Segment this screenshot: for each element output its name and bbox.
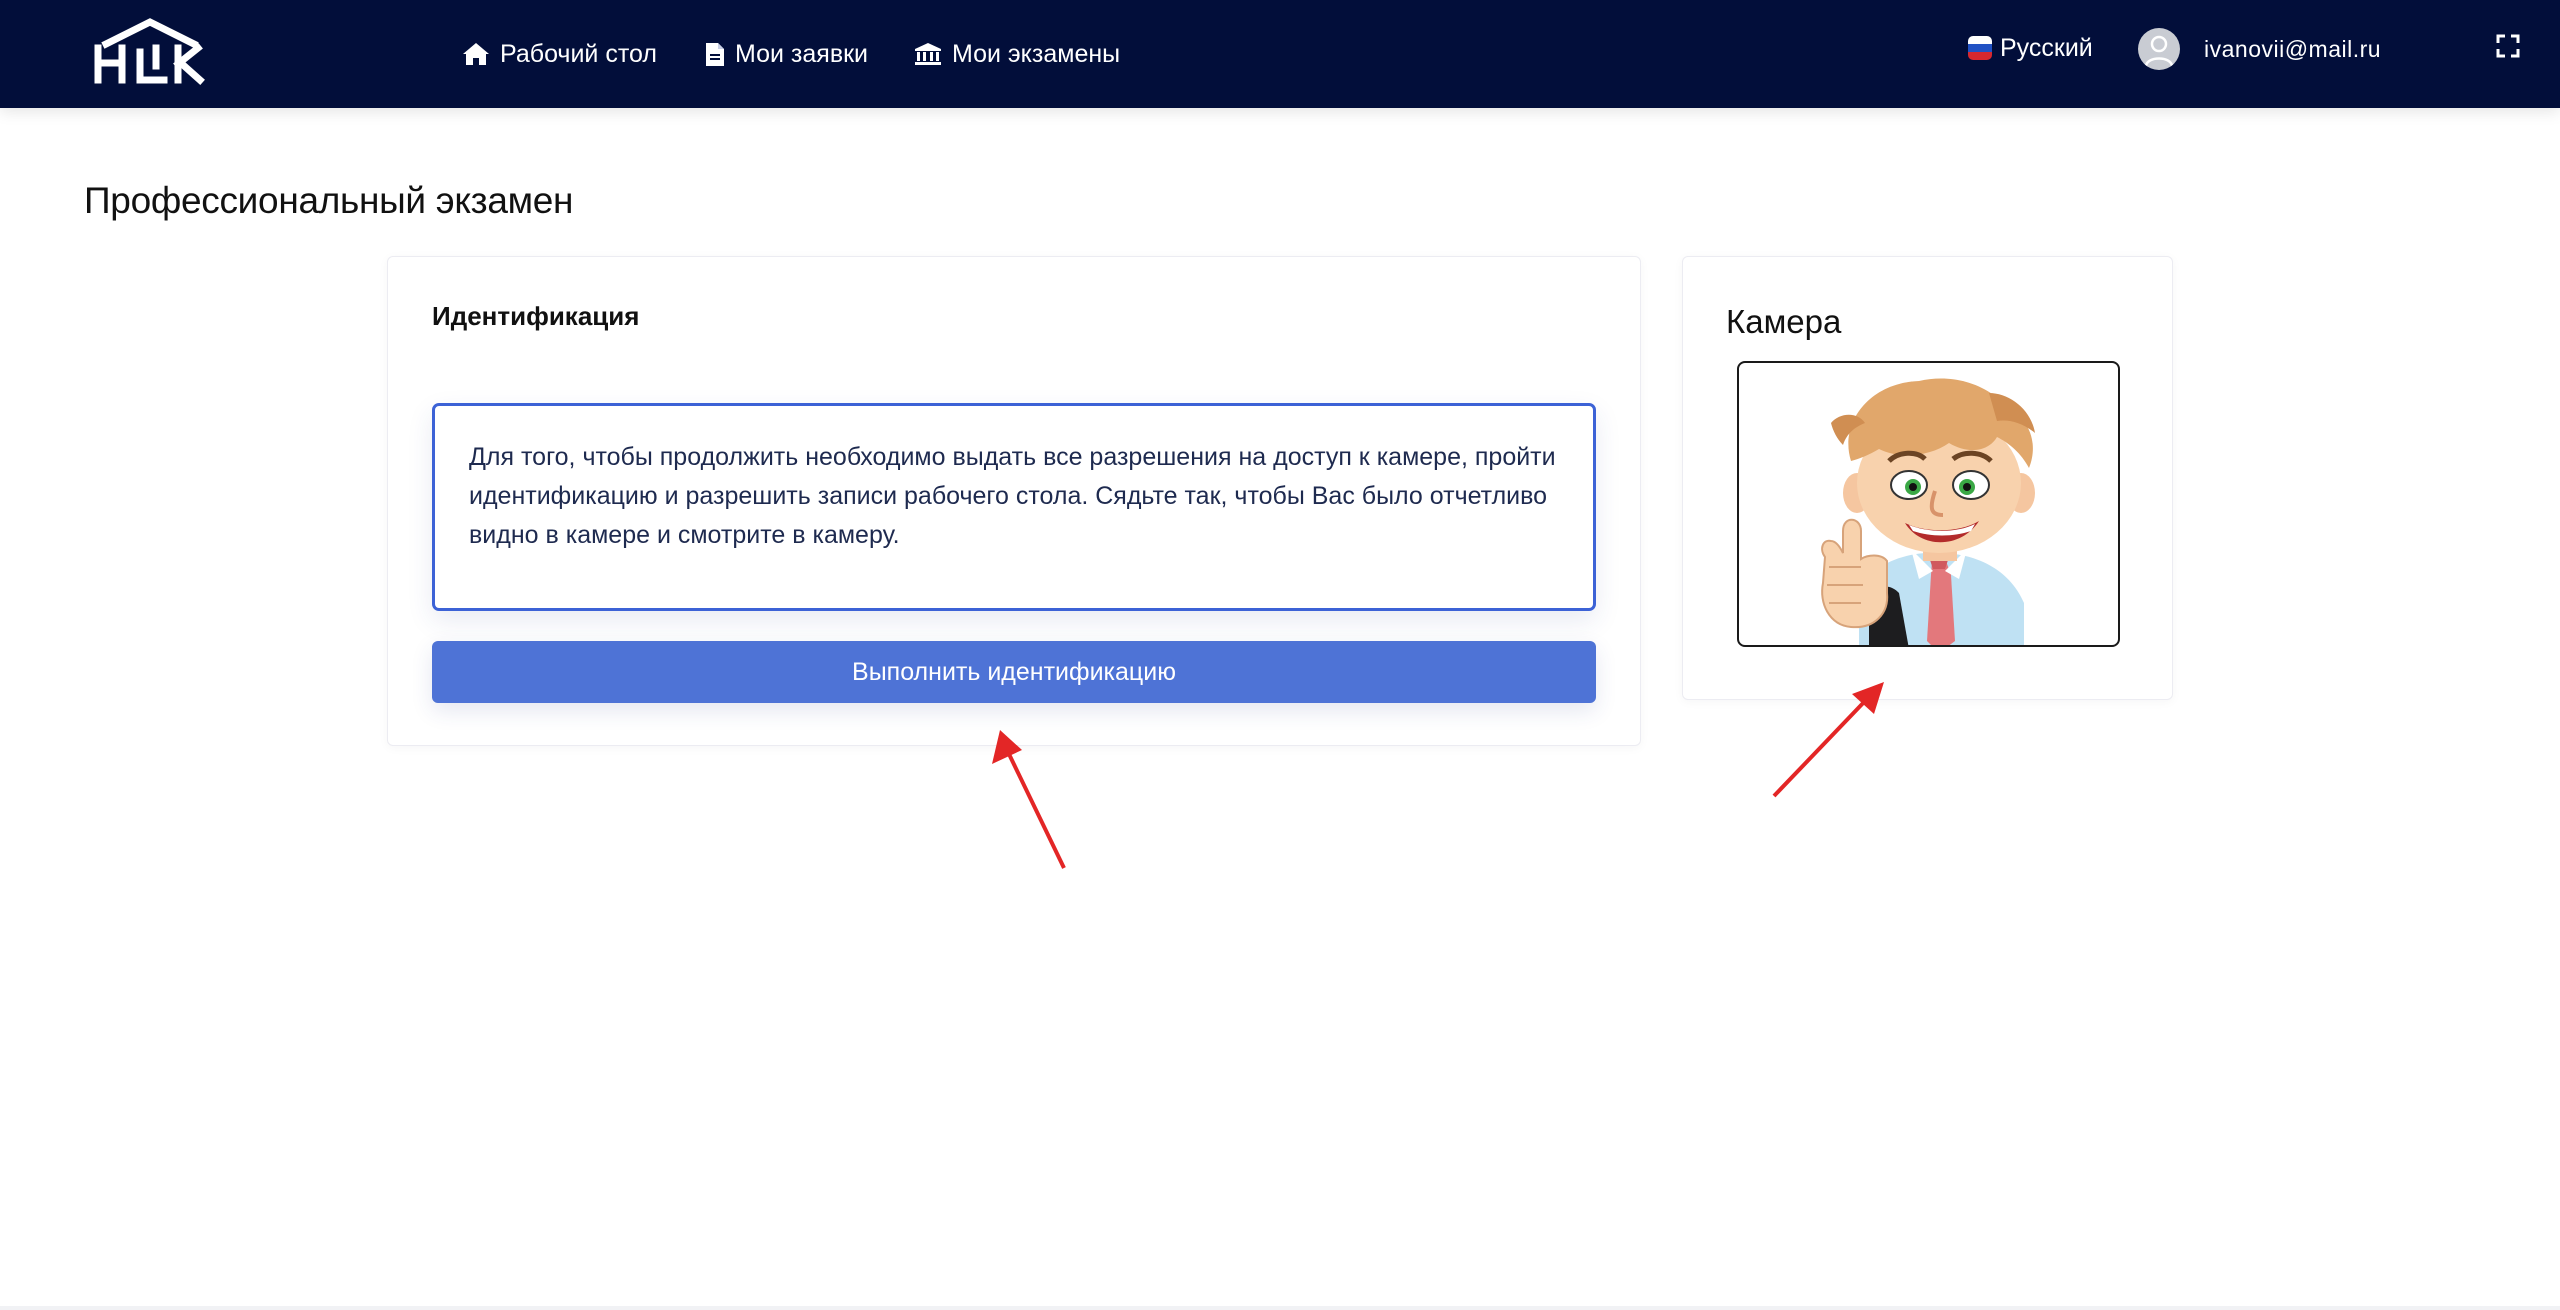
fullscreen-icon[interactable] bbox=[2496, 34, 2520, 58]
perform-identification-button[interactable]: Выполнить идентификацию bbox=[432, 641, 1596, 703]
camera-title: Камера bbox=[1726, 303, 1842, 340]
language-selector[interactable]: Русский bbox=[1968, 28, 2093, 68]
nav-requests-label: Мои заявки bbox=[735, 39, 869, 68]
top-navigation-bar: Рабочий стол Мои заявки Мои экзамены Рус… bbox=[0, 0, 2560, 108]
nav-desktop-label: Рабочий стол bbox=[500, 39, 657, 68]
annotation-arrow-to-button bbox=[992, 730, 1066, 869]
home-icon bbox=[463, 43, 489, 65]
identification-title: Идентификация bbox=[432, 301, 640, 331]
nav-exams[interactable]: Мои экзамены bbox=[914, 34, 1120, 74]
nav-desktop[interactable]: Рабочий стол bbox=[462, 34, 657, 74]
identification-message: Для того, чтобы продолжить необходимо вы… bbox=[432, 403, 1596, 611]
page-bottom-divider bbox=[0, 1306, 2560, 1310]
camera-card: Камера bbox=[1682, 256, 2173, 700]
camera-preview bbox=[1737, 361, 2120, 647]
user-avatar-icon bbox=[2138, 28, 2180, 70]
logo[interactable] bbox=[88, 18, 218, 88]
identification-card: Идентификация Для того, чтобы продолжить… bbox=[387, 256, 1641, 746]
nav-exams-label: Мои экзамены bbox=[952, 39, 1121, 68]
nav-requests[interactable]: Мои заявки bbox=[705, 34, 868, 74]
user-menu[interactable]: ivanovii@mail.ru bbox=[2138, 27, 2381, 71]
cartoon-person-image bbox=[1821, 378, 2035, 645]
language-label: Русский bbox=[2000, 33, 2093, 62]
institution-icon bbox=[915, 43, 941, 65]
russia-flag-icon bbox=[1968, 36, 1992, 60]
document-icon bbox=[706, 42, 724, 66]
page-title: Профессиональный экзамен bbox=[84, 179, 574, 221]
user-email: ivanovii@mail.ru bbox=[2204, 35, 2382, 62]
